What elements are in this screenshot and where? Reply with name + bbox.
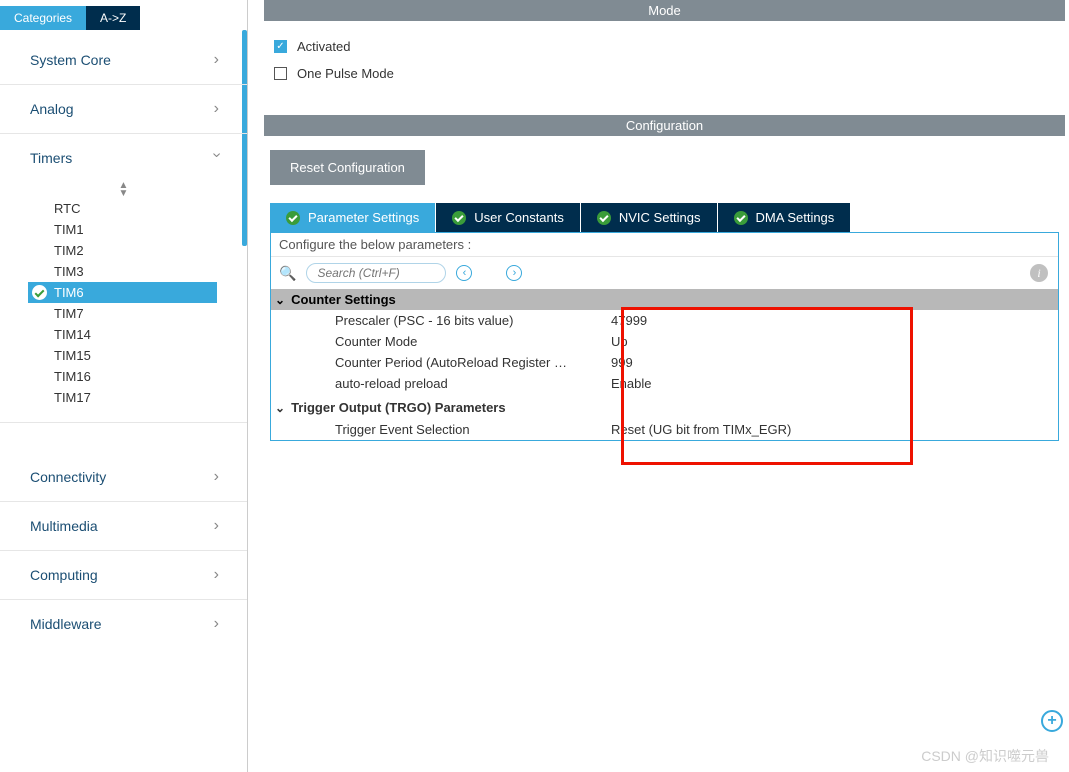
timer-item-tim16[interactable]: TIM16 [48, 366, 247, 387]
timer-item-tim17[interactable]: TIM17 [48, 387, 247, 408]
status-ok-icon [286, 211, 300, 225]
configuration-header: Configuration [264, 115, 1065, 136]
activated-row[interactable]: ✓ Activated [274, 39, 1055, 54]
sidebar-group-label: Timers [30, 150, 72, 166]
main-panel: Mode ✓ Activated One Pulse Mode Configur… [248, 0, 1069, 772]
chevron-down-icon: ⌄ [275, 293, 285, 307]
sidebar-group-label: Analog [30, 101, 74, 117]
one-pulse-row[interactable]: One Pulse Mode [274, 66, 1055, 81]
sidebar-group-connectivity[interactable]: Connectivity › [0, 453, 247, 502]
chevron-right-icon: › [214, 100, 219, 118]
sidebar-tab-az[interactable]: A->Z [86, 6, 140, 30]
reset-configuration-button[interactable]: Reset Configuration [270, 150, 425, 185]
one-pulse-label: One Pulse Mode [297, 66, 394, 81]
trgo-parameters-header[interactable]: ⌄ Trigger Output (TRGO) Parameters [271, 394, 1058, 419]
chevron-right-icon: › [214, 51, 219, 69]
param-row-prescaler[interactable]: Prescaler (PSC - 16 bits value) 47999 [271, 310, 1058, 331]
sidebar-group-timers[interactable]: Timers › [0, 134, 247, 176]
status-ok-icon [597, 211, 611, 225]
tab-nvic-settings[interactable]: NVIC Settings [581, 203, 718, 232]
timer-item-tim7[interactable]: TIM7 [48, 303, 247, 324]
sidebar-group-label: Multimedia [30, 518, 98, 534]
counter-settings-header[interactable]: ⌄ Counter Settings [271, 289, 1058, 310]
sidebar-group-middleware[interactable]: Middleware › [0, 600, 247, 648]
tab-dma-settings[interactable]: DMA Settings [718, 203, 852, 232]
configuration-tabs: Parameter Settings User Constants NVIC S… [270, 203, 1059, 232]
status-ok-icon [734, 211, 748, 225]
next-button[interactable]: › [506, 265, 522, 281]
timer-item-tim3[interactable]: TIM3 [48, 261, 247, 282]
timer-item-tim1[interactable]: TIM1 [48, 219, 247, 240]
sidebar-group-label: Computing [30, 567, 98, 583]
timer-item-rtc[interactable]: RTC [48, 198, 247, 219]
tab-user-constants[interactable]: User Constants [436, 203, 581, 232]
sidebar: Categories A->Z System Core › Analog › T… [0, 0, 248, 772]
checkbox-checked-icon[interactable]: ✓ [274, 40, 287, 53]
sidebar-group-label: Connectivity [30, 469, 106, 485]
search-input[interactable] [306, 263, 446, 283]
chevron-right-icon: › [214, 468, 219, 486]
watermark-text: CSDN @知识噬元兽 [921, 746, 1049, 766]
param-row-counter-period[interactable]: Counter Period (AutoReload Register … 99… [271, 352, 1058, 373]
parameter-frame: Configure the below parameters : 🔍 ‹ › i… [270, 232, 1059, 441]
sidebar-group-computing[interactable]: Computing › [0, 551, 247, 600]
timer-item-tim14[interactable]: TIM14 [48, 324, 247, 345]
prev-button[interactable]: ‹ [456, 265, 472, 281]
collapse-handle-icon[interactable]: ▲▼ [0, 182, 247, 198]
sidebar-group-label: System Core [30, 52, 111, 68]
chevron-down-icon: › [207, 152, 225, 157]
param-row-trigger-event-selection[interactable]: Trigger Event Selection Reset (UG bit fr… [271, 419, 1058, 440]
sidebar-group-analog[interactable]: Analog › [0, 85, 247, 134]
sidebar-tabs: Categories A->Z [0, 6, 247, 30]
info-icon[interactable]: i [1030, 264, 1048, 282]
tab-parameter-settings[interactable]: Parameter Settings [270, 203, 436, 232]
search-icon: 🔍 [279, 265, 296, 282]
param-row-auto-reload-preload[interactable]: auto-reload preload Enable [271, 373, 1058, 394]
check-icon [32, 285, 47, 300]
activated-label: Activated [297, 39, 350, 54]
parameter-description: Configure the below parameters : [271, 233, 1058, 257]
timer-item-tim2[interactable]: TIM2 [48, 240, 247, 261]
chevron-right-icon: › [214, 615, 219, 633]
param-row-counter-mode[interactable]: Counter Mode Up [271, 331, 1058, 352]
sidebar-group-label: Middleware [30, 616, 102, 632]
add-button[interactable]: + [1041, 710, 1063, 732]
status-ok-icon [452, 211, 466, 225]
sidebar-group-multimedia[interactable]: Multimedia › [0, 502, 247, 551]
timer-item-tim15[interactable]: TIM15 [48, 345, 247, 366]
chevron-right-icon: › [214, 517, 219, 535]
checkbox-unchecked-icon[interactable] [274, 67, 287, 80]
chevron-down-icon: ⌄ [275, 401, 285, 415]
sidebar-tab-categories[interactable]: Categories [0, 6, 86, 30]
sidebar-group-system-core[interactable]: System Core › [0, 36, 247, 85]
timer-list: RTC TIM1 TIM2 TIM3 TIM6 TIM7 TIM14 TIM15… [0, 198, 247, 408]
parameter-table: ⌄ Counter Settings Prescaler (PSC - 16 b… [271, 289, 1058, 440]
timer-item-tim6[interactable]: TIM6 [28, 282, 217, 303]
mode-header: Mode [264, 0, 1065, 21]
chevron-right-icon: › [214, 566, 219, 584]
